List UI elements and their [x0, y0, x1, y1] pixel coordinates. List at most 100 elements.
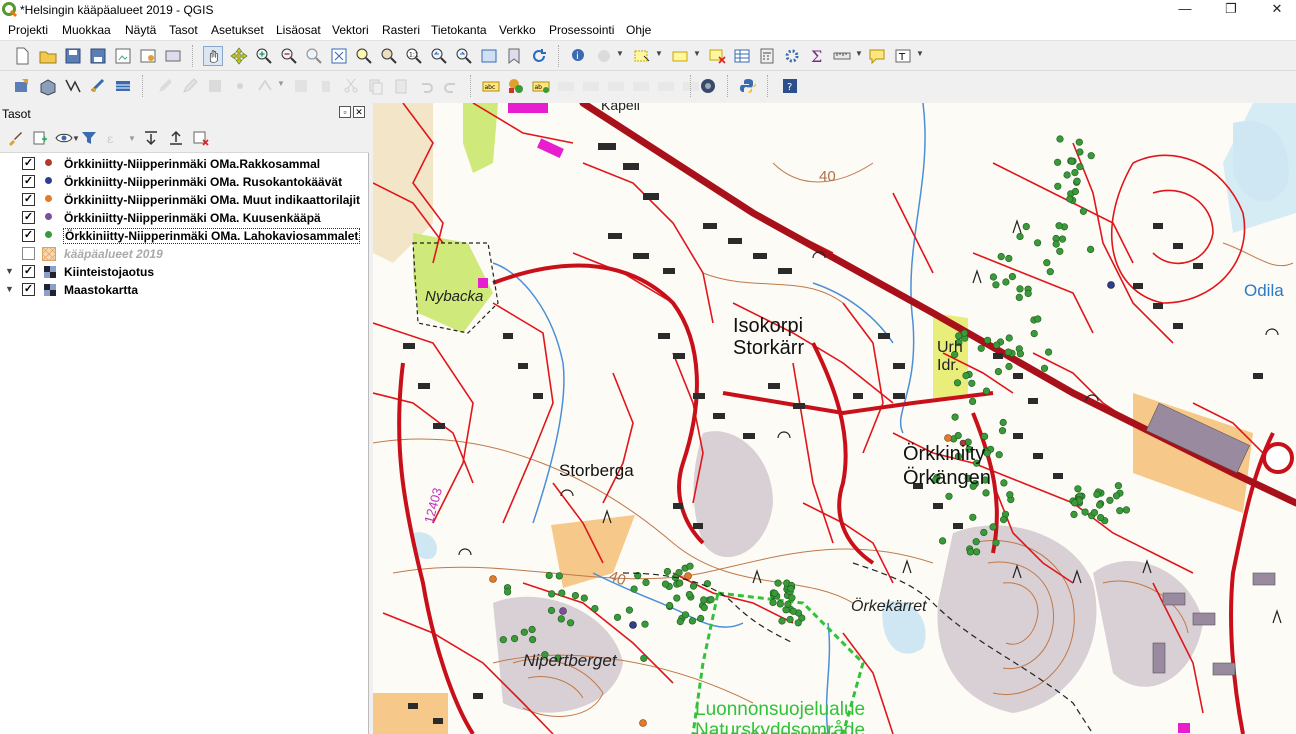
layer-visibility-checkbox[interactable]: ✓	[22, 157, 35, 170]
menu-projekti[interactable]: Projekti	[8, 23, 48, 37]
measure-dropdown-icon[interactable]: ▼	[855, 49, 863, 58]
rotate-label-icon[interactable]	[631, 76, 651, 96]
maximize-button[interactable]: ❐	[1208, 0, 1254, 20]
new-geopackage-icon[interactable]	[38, 76, 58, 96]
processing-toolbox-icon[interactable]	[782, 46, 802, 66]
current-edits-icon[interactable]	[155, 76, 175, 96]
data-source-manager-icon[interactable]	[12, 76, 32, 96]
deselect-all-icon[interactable]	[707, 46, 727, 66]
save-edits-icon[interactable]	[205, 76, 225, 96]
filter-legend-icon[interactable]	[80, 129, 98, 147]
add-wms-layer-icon[interactable]	[113, 76, 133, 96]
new-map-view-icon[interactable]	[479, 46, 499, 66]
layer-row-kiinteistojaotus[interactable]: ▼ ✓ Kiinteistojaotus	[0, 263, 369, 281]
layer-row-rakkosammal[interactable]: ✓ Örkkiniitty-Niipperinmäki OMa.Rakkosam…	[0, 155, 369, 173]
layer-visibility-checkbox[interactable]: ✓	[22, 229, 35, 242]
annotation-dropdown-icon[interactable]: ▼	[916, 49, 924, 58]
close-panel-icon[interactable]: ✕	[353, 106, 365, 118]
pin-labels-icon[interactable]	[556, 76, 576, 96]
toggle-editing-icon[interactable]	[180, 76, 200, 96]
actions-dropdown-icon[interactable]: ▼	[616, 49, 624, 58]
style-panel-brush-icon[interactable]	[6, 129, 24, 147]
attribute-table-icon[interactable]	[732, 46, 752, 66]
layer-visibility-checkbox[interactable]: ✓	[22, 175, 35, 188]
manage-visibility-eye-icon[interactable]	[55, 129, 73, 147]
save-project-icon[interactable]	[63, 46, 83, 66]
float-panel-icon[interactable]: ▫	[339, 106, 351, 118]
add-vector-layer-icon[interactable]	[63, 76, 83, 96]
zoom-rubberband-icon[interactable]	[304, 46, 324, 66]
add-group-icon[interactable]	[30, 129, 48, 147]
collapse-arrow-icon[interactable]: ▼	[5, 266, 14, 276]
delete-selected-icon[interactable]	[316, 76, 336, 96]
remove-layer-icon[interactable]	[192, 129, 210, 147]
quickmapservices-icon[interactable]	[698, 76, 718, 96]
add-raster-layer-icon[interactable]	[88, 76, 108, 96]
cut-features-icon[interactable]	[341, 76, 361, 96]
modify-attributes-icon[interactable]	[291, 76, 311, 96]
layer-row-muut-indikaattorilajit[interactable]: ✓ Örkkiniitty-Niipperinmäki OMa. Muut in…	[0, 191, 369, 209]
menu-ohje[interactable]: Ohje	[626, 23, 651, 37]
redo-icon[interactable]	[441, 76, 461, 96]
refresh-icon[interactable]	[529, 46, 549, 66]
select-dropdown-icon[interactable]: ▼	[655, 49, 663, 58]
menu-lisaosat[interactable]: Lisäosat	[276, 23, 321, 37]
pan-map-icon[interactable]	[203, 46, 223, 66]
zoom-to-selection-icon[interactable]	[354, 46, 374, 66]
zoom-full-icon[interactable]	[329, 46, 349, 66]
copy-features-icon[interactable]	[366, 76, 386, 96]
help-icon[interactable]: ?	[780, 76, 800, 96]
menu-muokkaa[interactable]: Muokkaa	[62, 23, 111, 37]
zoom-to-layer-icon[interactable]	[379, 46, 399, 66]
map-tips-icon[interactable]	[867, 46, 887, 66]
bookmark-icon[interactable]	[504, 46, 524, 66]
menu-vektori[interactable]: Vektori	[332, 23, 369, 37]
show-hide-labels-icon[interactable]	[581, 76, 601, 96]
menu-tietokanta[interactable]: Tietokanta	[431, 23, 487, 37]
layout-manager-icon[interactable]	[138, 46, 158, 66]
zoom-native-icon[interactable]: 1:1	[404, 46, 424, 66]
python-console-icon[interactable]	[738, 76, 758, 96]
statistics-icon[interactable]: Σ	[807, 46, 827, 66]
highlight-pinned-labels-icon[interactable]: ab	[531, 76, 551, 96]
actions-icon[interactable]	[594, 46, 614, 66]
layer-labeling-icon[interactable]: abc	[481, 76, 501, 96]
layer-row-rusokantokaavat[interactable]: ✓ Örkkiniitty-Niipperinmäki OMa. Rusokan…	[0, 173, 369, 191]
identify-features-icon[interactable]: i	[569, 46, 589, 66]
style-manager-icon[interactable]	[163, 46, 183, 66]
layer-visibility-checkbox[interactable]: ✓	[22, 193, 35, 206]
close-button[interactable]: ✕	[1254, 0, 1296, 20]
select-features-icon[interactable]	[632, 46, 652, 66]
pan-to-selection-icon[interactable]	[229, 46, 249, 66]
layer-row-lahokaviosammalet[interactable]: ✓ Örkkiniitty-Niipperinmäki OMa. Lahokav…	[0, 227, 369, 245]
layer-visibility-checkbox[interactable]: ✓	[22, 211, 35, 224]
move-label-icon[interactable]	[606, 76, 626, 96]
map-canvas[interactable]: Isokorpi Storkärr Nybacka Storberga Örkk…	[373, 103, 1296, 734]
zoom-in-icon[interactable]	[254, 46, 274, 66]
zoom-next-icon[interactable]	[454, 46, 474, 66]
vertex-dropdown-icon[interactable]: ▼	[277, 79, 285, 88]
new-project-icon[interactable]	[12, 46, 32, 66]
select-value-dropdown-icon[interactable]: ▼	[693, 49, 701, 58]
change-label-icon[interactable]	[656, 76, 676, 96]
menu-nayta[interactable]: Näytä	[125, 23, 156, 37]
menu-rasteri[interactable]: Rasteri	[382, 23, 420, 37]
layer-row-maastokartta[interactable]: ▼ ✓ Maastokartta	[0, 281, 369, 299]
layer-visibility-checkbox[interactable]: ✓	[22, 265, 35, 278]
select-by-value-icon[interactable]	[670, 46, 690, 66]
measure-icon[interactable]	[832, 46, 852, 66]
visibility-dropdown-icon[interactable]: ▼	[72, 134, 80, 143]
undo-icon[interactable]	[416, 76, 436, 96]
menu-tasot[interactable]: Tasot	[169, 23, 198, 37]
layer-visibility-checkbox[interactable]	[22, 247, 35, 260]
collapse-all-icon[interactable]	[167, 129, 185, 147]
open-project-icon[interactable]	[38, 46, 58, 66]
layer-row-kuusenkaapa[interactable]: ✓ Örkkiniitty-Niipperinmäki OMa. Kuusenk…	[0, 209, 369, 227]
layer-diagram-icon[interactable]	[506, 76, 526, 96]
menu-asetukset[interactable]: Asetukset	[211, 23, 264, 37]
zoom-out-icon[interactable]	[279, 46, 299, 66]
add-feature-icon[interactable]	[230, 76, 250, 96]
filter-by-expression-icon[interactable]: ε	[105, 129, 123, 147]
text-annotation-icon[interactable]: T	[893, 46, 913, 66]
menu-prosessointi[interactable]: Prosessointi	[549, 23, 614, 37]
